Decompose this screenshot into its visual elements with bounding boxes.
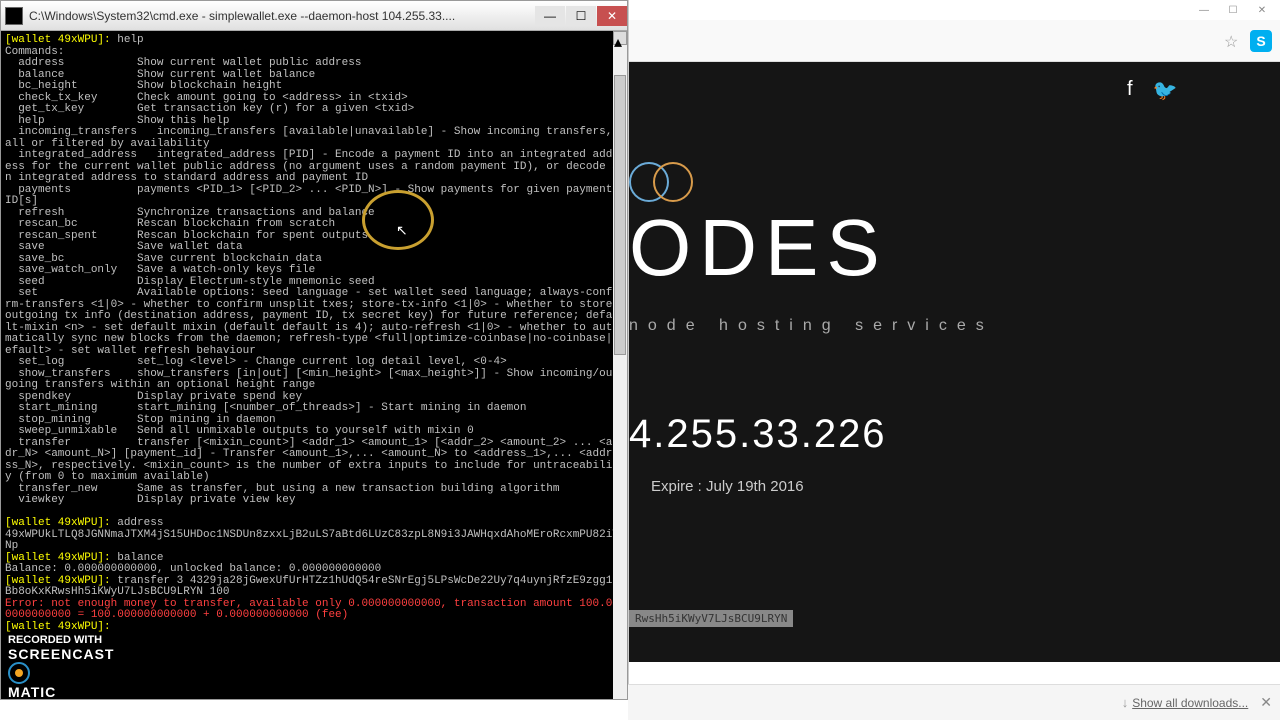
facebook-icon[interactable]: f xyxy=(1127,78,1133,103)
ip-address: 4.255.33.226 xyxy=(629,412,887,457)
browser-minimize-button[interactable]: — xyxy=(1190,2,1218,18)
maximize-button[interactable]: ☐ xyxy=(566,6,596,26)
browser-maximize-button[interactable]: ☐ xyxy=(1219,2,1247,18)
cursor-icon: ↖ xyxy=(396,222,408,239)
browser-window: — ☐ ✕ ☆ S f 🐦 ODES node hosting services… xyxy=(628,0,1280,720)
skype-extension-icon[interactable]: S xyxy=(1250,30,1272,52)
site-logo-text: ODES xyxy=(629,202,888,294)
watermark-brand: SCREENCAST MATIC xyxy=(8,646,114,700)
download-arrow-icon: ↓ xyxy=(1122,695,1129,710)
watermark-recorded-with: RECORDED WITH xyxy=(8,634,114,646)
site-tagline: node hosting services xyxy=(629,317,994,335)
cmd-icon xyxy=(5,7,23,25)
twitter-icon[interactable]: 🐦 xyxy=(1153,78,1178,103)
screencast-watermark: RECORDED WITH SCREENCAST MATIC xyxy=(8,634,114,700)
cmd-window-title: C:\Windows\System32\cmd.exe - simplewall… xyxy=(29,9,534,23)
scrollbar-thumb[interactable] xyxy=(614,75,626,355)
cmd-titlebar[interactable]: C:\Windows\System32\cmd.exe - simplewall… xyxy=(1,1,627,31)
show-all-downloads-link[interactable]: Show all downloads... xyxy=(1132,696,1248,710)
close-button[interactable]: ✕ xyxy=(597,6,627,26)
cmd-window: C:\Windows\System32\cmd.exe - simplewall… xyxy=(0,0,628,700)
browser-toolbar: ☆ S xyxy=(629,20,1280,62)
scroll-up-icon[interactable]: ▴ xyxy=(613,31,627,45)
cmd-body[interactable]: [wallet 49xWPU]: help Commands: address … xyxy=(1,31,627,699)
browser-close-button[interactable]: ✕ xyxy=(1248,2,1276,18)
downloads-bar: ↓ Show all downloads... ✕ xyxy=(628,684,1280,720)
selected-hash-text[interactable]: RwsHh5iKWyV7LJsBCU9LRYN xyxy=(629,610,793,627)
expire-date: Expire : July 19th 2016 xyxy=(651,478,804,495)
downloads-bar-close-button[interactable]: ✕ xyxy=(1260,694,1272,711)
page-content: f 🐦 ODES node hosting services 4.255.33.… xyxy=(629,62,1280,662)
bookmark-star-icon[interactable]: ☆ xyxy=(1224,32,1242,50)
minimize-button[interactable]: — xyxy=(535,6,565,26)
browser-titlebar[interactable]: — ☐ ✕ xyxy=(629,0,1280,20)
cmd-scrollbar[interactable]: ▴ xyxy=(613,31,627,699)
terminal-content: [wallet 49xWPU]: help Commands: address … xyxy=(5,35,623,633)
